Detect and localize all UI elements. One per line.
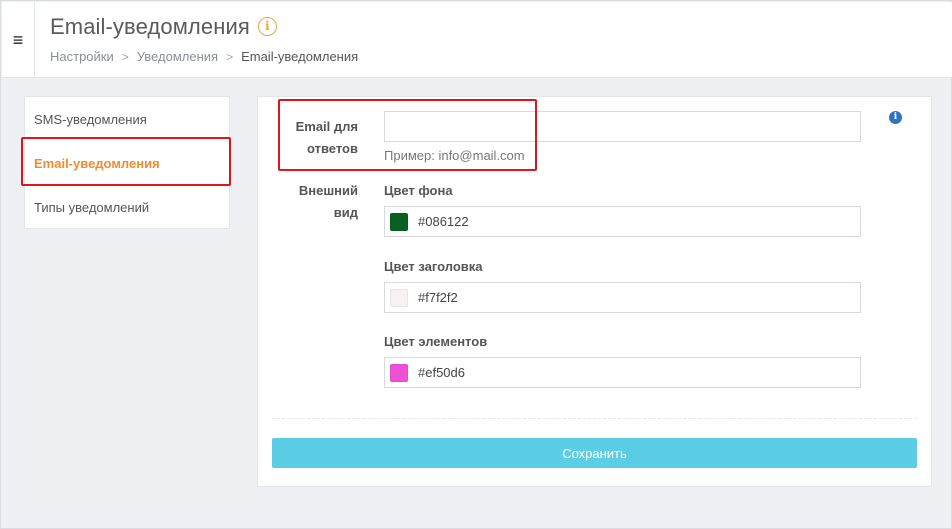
background-color-value: #086122 <box>418 214 469 229</box>
settings-sidebar: SMS-уведомления Email-уведомления Типы у… <box>24 96 230 229</box>
info-icon[interactable]: i <box>257 16 277 36</box>
breadcrumb-settings[interactable]: Настройки <box>50 49 114 64</box>
page-title: Email-уведомления i <box>50 14 277 40</box>
header-color-label: Цвет заголовка <box>384 259 483 274</box>
sidebar-item-sms[interactable]: SMS-уведомления <box>25 97 229 141</box>
header-color-swatch[interactable] <box>390 288 408 307</box>
info-icon[interactable]: i <box>889 111 902 124</box>
background-color-swatch[interactable] <box>390 212 408 231</box>
save-button[interactable]: Сохранить <box>272 438 917 468</box>
breadcrumb-separator: > <box>226 49 234 64</box>
elements-color-input[interactable]: #ef50d6 <box>384 357 861 388</box>
appearance-label: Внешний вид <box>276 180 358 224</box>
page-header: ≡ Email-уведомления i Настройки > Уведомл… <box>2 2 952 78</box>
background-color-input[interactable]: #086122 <box>384 206 861 237</box>
background-color-label: Цвет фона <box>384 183 453 198</box>
elements-color-label: Цвет элементов <box>384 334 488 349</box>
header-color-value: #f7f2f2 <box>418 290 458 305</box>
reply-email-label: Email для ответов <box>276 116 358 160</box>
breadcrumb-notifications[interactable]: Уведомления <box>137 49 218 64</box>
appearance-label-line2: вид <box>333 205 358 220</box>
breadcrumb-current: Email-уведомления <box>241 49 359 64</box>
elements-color-swatch[interactable] <box>390 363 408 382</box>
reply-email-input[interactable] <box>384 111 861 142</box>
breadcrumb: Настройки > Уведомления > Email-уведомле… <box>50 49 358 64</box>
appearance-label-line1: Внешний <box>298 183 358 198</box>
sidebar-item-email[interactable]: Email-уведомления <box>25 141 229 185</box>
sidebar-item-label: Email-уведомления <box>34 155 160 171</box>
sidebar-item-types[interactable]: Типы уведомлений <box>25 185 229 229</box>
sidebar-item-label: SMS-уведомления <box>34 111 147 127</box>
elements-color-value: #ef50d6 <box>418 365 465 380</box>
form-divider <box>272 418 917 419</box>
app-frame: ≡ Email-уведомления i Настройки > Уведомл… <box>0 0 952 529</box>
settings-panel: Email для ответов Пример: info@mail.com … <box>257 96 932 487</box>
reply-email-hint: Пример: info@mail.com <box>384 148 525 163</box>
sidebar-item-label: Типы уведомлений <box>34 199 150 215</box>
hamburger-icon[interactable]: ≡ <box>2 2 35 78</box>
page-title-text: Email-уведомления <box>50 14 250 39</box>
reply-email-label-line1: Email для <box>295 119 358 134</box>
header-color-input[interactable]: #f7f2f2 <box>384 282 861 313</box>
breadcrumb-separator: > <box>121 49 129 64</box>
reply-email-label-line2: ответов <box>307 141 358 156</box>
